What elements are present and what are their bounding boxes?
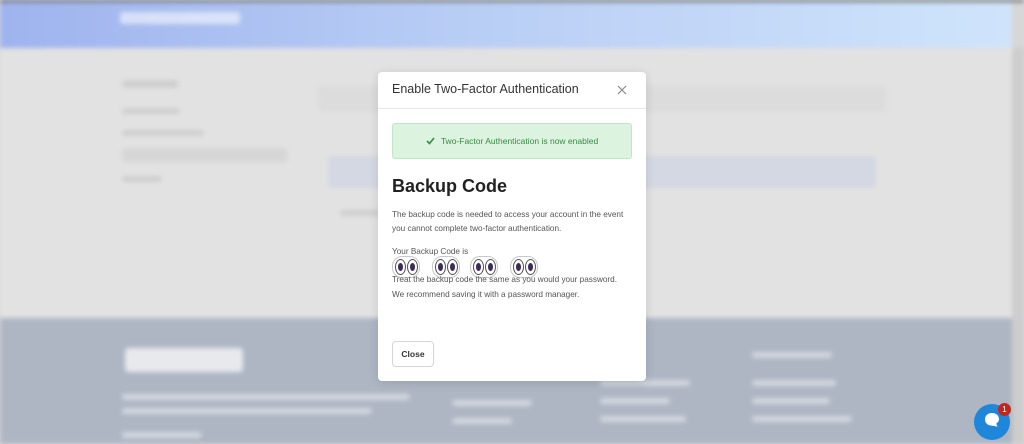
close-icon[interactable] xyxy=(614,82,630,98)
backup-code-label: Your Backup Code is xyxy=(392,247,469,256)
close-button[interactable]: Close xyxy=(392,341,434,367)
page-header xyxy=(0,2,1012,48)
page-scrollbar xyxy=(1012,48,1024,444)
description-line-1: The backup code is needed to access your… xyxy=(392,210,624,219)
chat-notification-badge: 1 xyxy=(998,403,1011,416)
treat-line-1: Treat the backup code the same as you wo… xyxy=(392,275,617,284)
header-title-blurred xyxy=(120,12,240,24)
success-alert: Two-Factor Authentication is now enabled xyxy=(392,123,632,159)
footer-heading-blurred xyxy=(752,352,832,358)
two-factor-modal: Enable Two-Factor Authentication Two-Fac… xyxy=(378,72,646,381)
footer-text-blurred xyxy=(122,432,202,438)
chat-icon xyxy=(983,411,1001,434)
footer-link-blurred xyxy=(752,398,830,404)
footer-link-blurred xyxy=(752,380,836,386)
footer-link-blurred xyxy=(600,416,686,422)
check-icon xyxy=(426,132,435,150)
content-text-blurred xyxy=(340,210,380,216)
footer-link-blurred xyxy=(452,418,512,424)
sidebar-item-blurred xyxy=(122,108,180,114)
footer-text-blurred xyxy=(122,408,372,414)
modal-title: Enable Two-Factor Authentication xyxy=(392,82,579,96)
sidebar-item-blurred xyxy=(122,176,162,182)
backup-code-heading: Backup Code xyxy=(392,176,508,196)
sidebar-item-blurred xyxy=(122,130,204,136)
footer-logo-blurred xyxy=(125,348,243,372)
sidebar-item-active-blurred xyxy=(122,148,287,162)
description-line-2: you cannot complete two-factor authentic… xyxy=(392,224,562,233)
sidebar-heading-blurred xyxy=(122,80,178,88)
footer-link-blurred xyxy=(452,400,532,406)
footer-text-blurred xyxy=(122,394,410,400)
alert-text: Two-Factor Authentication is now enabled xyxy=(440,136,599,146)
modal-header: Enable Two-Factor Authentication xyxy=(378,72,646,109)
footer-link-blurred xyxy=(752,416,852,422)
footer-link-blurred xyxy=(600,398,670,404)
treat-line-2: We recommend saving it with a password m… xyxy=(392,290,580,299)
